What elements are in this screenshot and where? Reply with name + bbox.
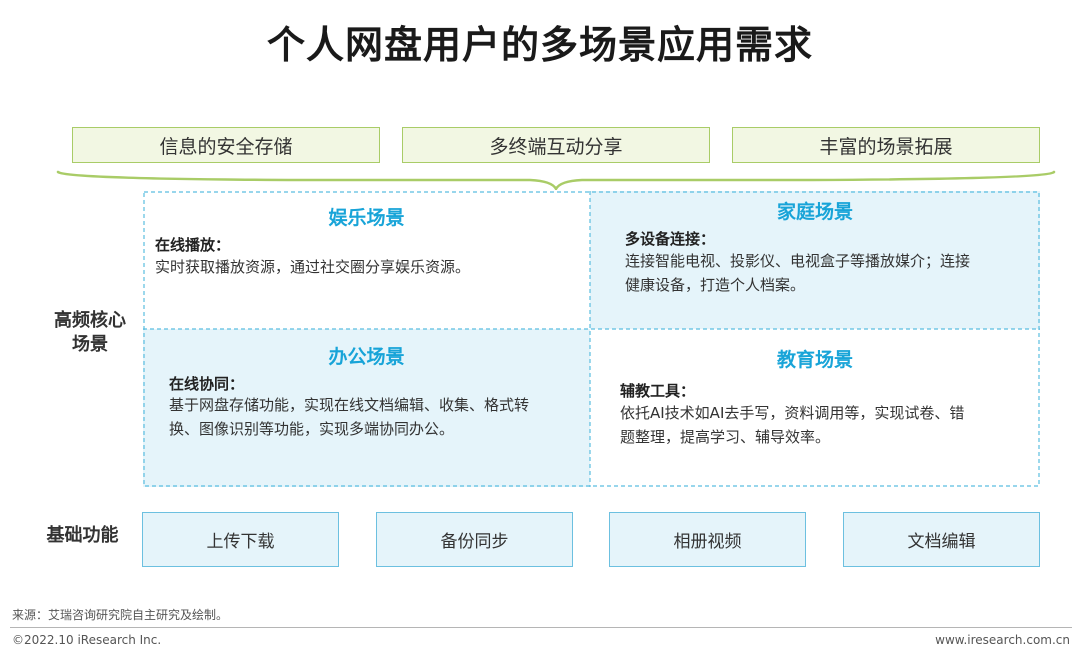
quadrant-description: 依托AI技术如AI去手写，资料调用等，实现试卷、错 题整理，提高学习、辅导效率。 [620, 401, 1032, 449]
description-line: 题整理，提高学习、辅导效率。 [620, 428, 831, 446]
description-line: 连接智能电视、投影仪、电视盒子等播放媒介；连接 [625, 252, 971, 270]
core-scenes-label: 高频核心 场景 [40, 309, 140, 357]
quadrant-description: 连接智能电视、投影仪、电视盒子等播放媒介；连接 健康设备，打造个人档案。 [625, 249, 1030, 297]
quadrant-subtitle: 辅教工具： [620, 382, 696, 400]
description-line: 基于网盘存储功能，实现在线文档编辑、收集、格式转 [169, 396, 530, 414]
source-note: 来源：艾瑞咨询研究院自主研究及绘制。 [12, 608, 229, 622]
website-url: www.iresearch.com.cn [935, 633, 1070, 647]
footer-divider [10, 627, 1072, 628]
quadrant-title: 办公场景 [328, 346, 405, 368]
basic-album-video: 相册视频 [609, 512, 806, 567]
quadrant-description: 实时获取播放资源，通过社交圈分享娱乐资源。 [155, 255, 580, 279]
quadrant-title: 家庭场景 [776, 201, 853, 223]
page-title: 个人网盘用户的多场景应用需求 [266, 23, 813, 67]
description-line: 实时获取播放资源，通过社交圈分享娱乐资源。 [155, 258, 471, 276]
basic-backup-sync: 备份同步 [376, 512, 573, 567]
need-scene-expansion: 丰富的场景拓展 [732, 127, 1040, 163]
description-line: 依托AI技术如AI去手写，资料调用等，实现试卷、错 [620, 404, 965, 422]
quadrant-subtitle: 在线协同： [169, 375, 245, 393]
description-line: 健康设备，打造个人档案。 [625, 276, 806, 294]
quadrant-title: 娱乐场景 [328, 207, 405, 229]
quadrant-education: 教育场景 辅教工具： 依托AI技术如AI去手写，资料调用等，实现试卷、错 题整理… [590, 329, 1040, 487]
basic-upload-download: 上传下载 [142, 512, 339, 567]
core-label-line2: 场景 [72, 334, 108, 355]
quadrant-family: 家庭场景 多设备连接： 连接智能电视、投影仪、电视盒子等播放媒介；连接 健康设备… [590, 191, 1040, 329]
quadrant-subtitle: 多设备连接： [625, 230, 716, 248]
quadrant-subtitle: 在线播放： [155, 236, 231, 254]
need-secure-storage: 信息的安全存储 [72, 127, 380, 163]
basic-document-edit: 文档编辑 [843, 512, 1040, 567]
quadrant-title: 教育场景 [776, 349, 853, 371]
quadrant-description: 基于网盘存储功能，实现在线文档编辑、收集、格式转 换、图像识别等功能，实现多端协… [169, 393, 584, 441]
quadrant-office: 办公场景 在线协同： 基于网盘存储功能，实现在线文档编辑、收集、格式转 换、图像… [143, 329, 590, 487]
description-line: 换、图像识别等功能，实现多端协同办公。 [169, 420, 455, 438]
core-label-line1: 高频核心 [54, 310, 126, 331]
copyright: ©2022.10 iResearch Inc. [12, 633, 162, 647]
need-multi-terminal-sharing: 多终端互动分享 [402, 127, 710, 163]
brace-connector [56, 170, 1056, 190]
basic-functions-label: 基础功能 [46, 525, 119, 546]
quadrant-entertainment: 娱乐场景 在线播放： 实时获取播放资源，通过社交圈分享娱乐资源。 [143, 191, 590, 329]
